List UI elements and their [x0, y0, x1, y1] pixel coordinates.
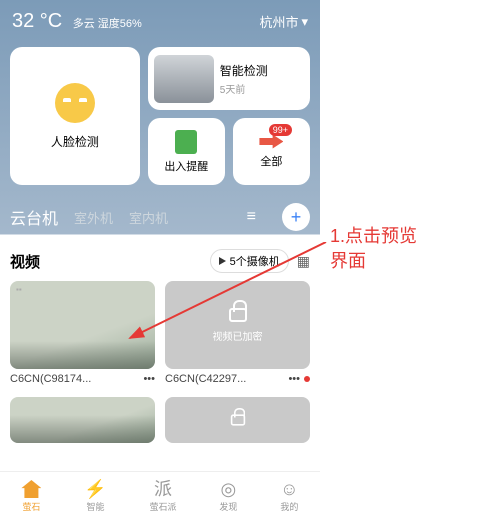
notification-dot [304, 376, 310, 382]
add-button[interactable]: + [282, 203, 310, 231]
video-section: 视频 5个摄像机 ▦ ▪▪ C6CN(C98174... ••• 视频已 [0, 239, 320, 447]
section-title: 视频 [10, 251, 40, 272]
lock-icon [230, 414, 244, 425]
locked-text: 视频已加密 [213, 328, 263, 343]
play-icon [219, 257, 226, 265]
video-item-4[interactable] [165, 397, 310, 443]
nav-pai-label: 萤石派 [149, 500, 176, 513]
nav-discover[interactable]: ◎ 发现 [219, 480, 237, 513]
feature-cards: 人脸检测 智能检测 5天前 出入提醒 99+ 全部 [0, 43, 320, 195]
discover-icon: ◎ [220, 480, 236, 498]
annotation-line1: 1.点击预览 [330, 224, 417, 249]
video-thumbnail-3[interactable] [10, 397, 155, 443]
bolt-icon: ⚡ [84, 480, 106, 498]
person-icon: ☺ [280, 480, 298, 498]
lock-icon [229, 308, 247, 322]
video-name-1: C6CN(C98174... [10, 373, 91, 385]
tab-outdoor[interactable]: 室外机 [74, 208, 113, 227]
smart-detect-card[interactable]: 智能检测 5天前 [148, 47, 310, 110]
annotation-line2: 界面 [330, 249, 417, 274]
pai-icon: 派 [154, 480, 172, 498]
door-label: 出入提醒 [164, 158, 208, 174]
phone-frame: 32 °C 多云 湿度56% 杭州市 ▾ 人脸检测 智能检测 5天前 [0, 0, 320, 521]
temperature: 32 °C [12, 10, 62, 32]
face-detection-card[interactable]: 人脸检测 [10, 47, 140, 185]
chevron-down-icon: ▾ [301, 14, 308, 30]
menu-icon[interactable]: ≡ [247, 208, 256, 226]
face-label: 人脸检测 [51, 133, 99, 150]
weather-text: 多云 湿度56% [73, 18, 142, 30]
more-icon[interactable]: ••• [143, 373, 155, 385]
nav-home[interactable]: 萤石 [21, 480, 41, 513]
video-thumbnail-2[interactable]: 视频已加密 [165, 281, 310, 369]
detect-thumbnail [154, 55, 214, 103]
face-icon [55, 83, 95, 123]
status-bar: 32 °C 多云 湿度56% 杭州市 ▾ [0, 0, 320, 43]
video-thumbnail-4[interactable] [165, 397, 310, 443]
city-name: 杭州市 [259, 12, 298, 31]
annotation-text: 1.点击预览 界面 [330, 224, 417, 274]
grid-icon[interactable]: ▦ [297, 253, 310, 270]
home-icon [21, 480, 41, 498]
brand-watermark: ▪▪ [16, 285, 22, 294]
tab-ptz[interactable]: 云台机 [10, 205, 58, 229]
nav-me-label: 我的 [280, 500, 298, 513]
video-name-2: C6CN(C42297... [165, 373, 246, 385]
detect-title: 智能检测 [220, 62, 268, 79]
video-item-2[interactable]: 视频已加密 C6CN(C42297... ••• [165, 281, 310, 387]
all-card[interactable]: 99+ 全部 [233, 118, 310, 185]
nav-smart-label: 智能 [86, 500, 104, 513]
video-item-3[interactable] [10, 397, 155, 443]
nav-discover-label: 发现 [219, 500, 237, 513]
tab-indoor[interactable]: 室内机 [129, 208, 168, 227]
camera-count-text: 5个摄像机 [230, 253, 280, 269]
arrow-right-icon [259, 135, 283, 149]
bottom-nav: 萤石 ⚡ 智能 派 萤石派 ◎ 发现 ☺ 我的 [0, 471, 320, 521]
all-label: 全部 [260, 153, 282, 169]
camera-tabs: 云台机 室外机 室内机 ≡ + [0, 195, 320, 239]
door-icon [175, 130, 197, 154]
video-thumbnail-1[interactable]: ▪▪ [10, 281, 155, 369]
nav-me[interactable]: ☺ 我的 [280, 480, 298, 513]
camera-count-pill[interactable]: 5个摄像机 [210, 249, 289, 273]
nav-smart[interactable]: ⚡ 智能 [84, 480, 106, 513]
nav-pai[interactable]: 派 萤石派 [149, 480, 176, 513]
count-badge: 99+ [269, 124, 292, 136]
video-item-1[interactable]: ▪▪ C6CN(C98174... ••• [10, 281, 155, 387]
detect-subtitle: 5天前 [220, 81, 268, 96]
nav-home-label: 萤石 [22, 500, 40, 513]
more-icon[interactable]: ••• [288, 373, 300, 385]
city-selector[interactable]: 杭州市 ▾ [259, 12, 308, 31]
door-alert-card[interactable]: 出入提醒 [148, 118, 225, 185]
